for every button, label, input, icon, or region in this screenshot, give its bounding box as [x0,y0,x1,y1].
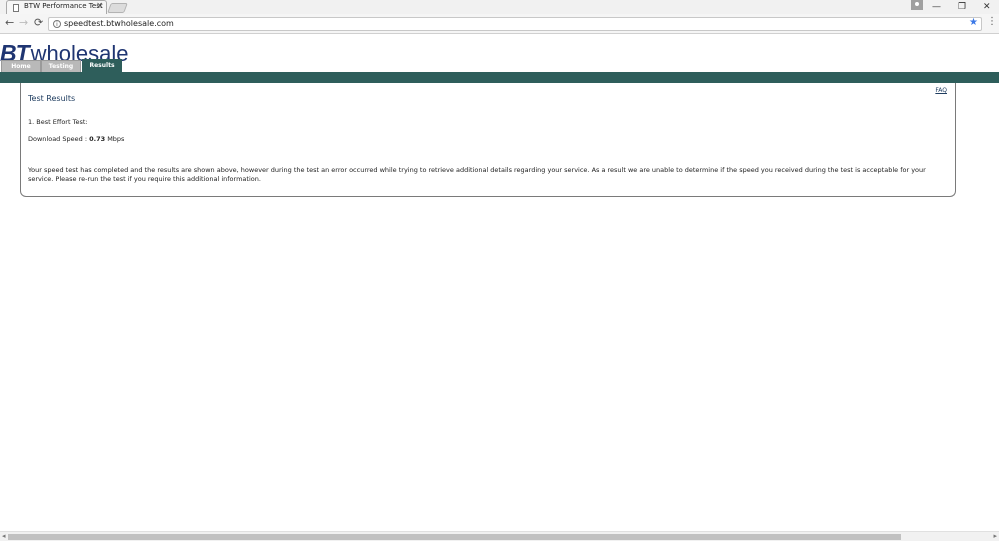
header-bar [0,72,999,83]
url-text[interactable]: speedtest.btwholesale.com [64,19,174,28]
bookmark-star-icon[interactable]: ★ [969,17,978,28]
result-message: Your speed test has completed and the re… [28,166,926,183]
download-speed-unit: Mbps [105,135,125,143]
results-panel: Test Results FAQ 1. Best Effort Test: Do… [20,83,956,197]
address-bar[interactable]: i speedtest.btwholesale.com ★ [48,17,982,31]
browser-toolbar: ← → ⟳ i speedtest.btwholesale.com ★ ⋮ [0,14,999,34]
scroll-left-icon[interactable]: ◂ [2,532,6,540]
horizontal-scrollbar[interactable]: ◂ ▸ [0,531,999,541]
browser-tabstrip: BTW Performance Test × — ❐ ✕ [0,0,999,14]
page-icon [13,4,19,12]
page-title: Test Results [28,94,76,103]
best-effort-label: 1. Best Effort Test: [28,118,88,126]
back-icon[interactable]: ← [5,16,14,29]
browser-tab[interactable]: BTW Performance Test × [6,0,107,14]
profile-icon[interactable] [911,0,923,10]
forward-icon[interactable]: → [19,16,28,29]
download-speed-line: Download Speed : 0.73 Mbps [28,135,124,143]
tab-close-icon[interactable]: × [96,1,104,11]
download-speed-value: 0.73 [89,135,106,143]
new-tab-button[interactable] [107,3,128,13]
minimize-icon[interactable]: — [932,0,941,14]
restore-icon[interactable]: ❐ [958,0,966,14]
faq-link[interactable]: FAQ [935,87,947,94]
info-icon[interactable]: i [53,20,61,28]
tab-testing[interactable]: Testing [41,60,81,72]
browser-tab-title: BTW Performance Test [24,2,103,10]
download-speed-label: Download Speed : [28,135,90,143]
window-close-icon[interactable]: ✕ [983,0,991,14]
reload-icon[interactable]: ⟳ [34,16,43,29]
scroll-right-icon[interactable]: ▸ [993,532,997,540]
tab-results[interactable]: Results [82,59,122,72]
tab-home[interactable]: Home [1,60,41,72]
browser-menu-icon[interactable]: ⋮ [987,16,997,27]
scrollbar-thumb[interactable] [8,534,901,540]
